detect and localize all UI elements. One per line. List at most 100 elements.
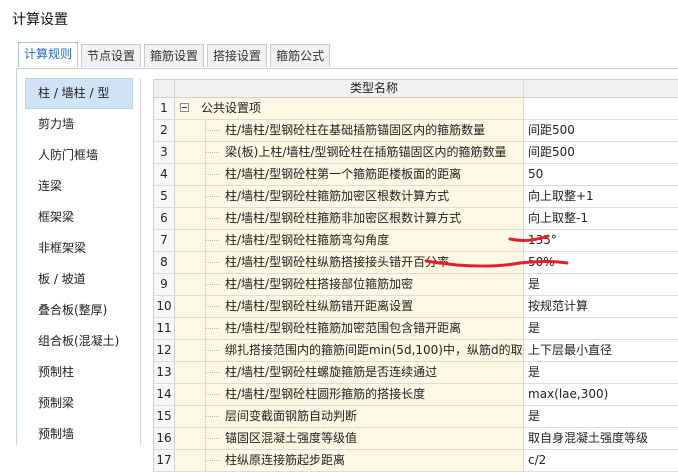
table-row[interactable]: 4 柱/墙柱/型钢砼柱第一个箍筋距楼板面的距离 50: [154, 164, 678, 186]
sidebar-item-coupling-beam[interactable]: 连梁: [25, 171, 133, 202]
tree-branch-icon: [205, 416, 219, 418]
table-row[interactable]: 8 柱/墙柱/型钢砼柱纵筋搭接接头错开百分率 50%: [154, 252, 678, 274]
row-value-cell[interactable]: 135°: [524, 230, 678, 251]
row-value-cell[interactable]: 是: [524, 362, 678, 383]
row-name-cell: 柱/墙柱/型钢砼柱箍筋加密范围包含错开距离: [175, 318, 524, 339]
tab-stirrup-formula[interactable]: 箍筋公式: [270, 44, 331, 67]
row-name-text: 柱/墙柱/型钢砼柱搭接部位箍筋加密: [225, 277, 414, 291]
tree-branch-icon: [205, 174, 219, 176]
table-group-row[interactable]: 1 公共设置项: [154, 98, 678, 120]
table-row[interactable]: 5 柱/墙柱/型钢砼柱箍筋加密区根数计算方式 向上取整+1: [154, 186, 678, 208]
sidebar-item-column[interactable]: 柱 / 墙柱 / 型: [25, 78, 133, 109]
row-value-cell[interactable]: [524, 98, 678, 119]
tree-branch-icon: [205, 130, 219, 132]
row-name-text: 梁(板)上柱/墙柱/型钢砼柱在插筋锚固区内的箍筋数量: [225, 145, 507, 159]
row-name-cell: 柱/墙柱/型钢砼柱箍筋弯勾角度: [175, 230, 524, 251]
row-name-cell: 绑扎搭接范围内的箍筋间距min(5d,100)中，纵筋d的取值: [175, 340, 524, 361]
tab-stirrup-settings[interactable]: 箍筋设置: [144, 44, 205, 67]
table-row[interactable]: 11 柱/墙柱/型钢砼柱箍筋加密范围包含错开距离 是: [154, 318, 678, 340]
row-value-cell[interactable]: 间距500: [524, 142, 678, 163]
tree-branch-icon: [205, 306, 219, 308]
row-name-text: 柱/墙柱/型钢砼柱箍筋非加密区根数计算方式: [225, 211, 462, 225]
row-value-cell[interactable]: 上下层最小直径: [524, 340, 678, 361]
tab-node-settings[interactable]: 节点设置: [81, 44, 142, 67]
row-name-cell: 柱/墙柱/型钢砼柱纵筋搭接接头错开百分率: [175, 252, 524, 273]
sidebar-item-precast-beam[interactable]: 预制梁: [25, 388, 133, 419]
row-name-text: 柱/墙柱/型钢砼柱螺旋箍筋是否连续通过: [225, 365, 438, 379]
row-number: 7: [154, 230, 175, 251]
row-name-cell: 柱/墙柱/型钢砼柱第一个箍筋距楼板面的距离: [175, 164, 524, 185]
row-number: 6: [154, 208, 175, 229]
tree-branch-icon: [205, 394, 219, 396]
table-row[interactable]: 6 柱/墙柱/型钢砼柱箍筋非加密区根数计算方式 向上取整-1: [154, 208, 678, 230]
tree-branch-icon: [205, 372, 219, 374]
row-number: 13: [154, 362, 175, 383]
collapse-toggle-icon[interactable]: [180, 103, 189, 112]
row-name-text: 柱/墙柱/型钢砼柱箍筋加密区根数计算方式: [225, 189, 450, 203]
table-row[interactable]: 13 柱/墙柱/型钢砼柱螺旋箍筋是否连续通过 是: [154, 362, 678, 384]
row-number: 16: [154, 428, 175, 449]
row-value-cell[interactable]: 向上取整+1: [524, 186, 678, 207]
tree-branch-icon: [205, 152, 219, 154]
sidebar-item-precast-column[interactable]: 预制柱: [25, 357, 133, 388]
tree-branch-icon: [205, 438, 219, 440]
row-name-cell: 柱/墙柱/型钢砼柱螺旋箍筋是否连续通过: [175, 362, 524, 383]
row-number: 2: [154, 120, 175, 141]
sidebar-item-precast-wall[interactable]: 预制墙: [25, 419, 133, 450]
sidebar-item-composite-slab-concrete[interactable]: 组合板(混凝土): [25, 326, 133, 357]
row-name-cell: 柱/墙柱/型钢砼柱箍筋加密区根数计算方式: [175, 186, 524, 207]
table-row[interactable]: 12 绑扎搭接范围内的箍筋间距min(5d,100)中，纵筋d的取值 上下层最小直径: [154, 340, 678, 362]
header-value-cell: [524, 80, 678, 97]
row-name-text: 柱纵原连接筋起步距离: [225, 453, 346, 467]
row-value-cell[interactable]: 按规范计算: [524, 296, 678, 317]
row-value-cell[interactable]: c/2: [524, 450, 678, 471]
table-row[interactable]: 14 柱/墙柱/型钢砼柱圆形箍筋的搭接长度 max(lae,300): [154, 384, 678, 406]
table-row[interactable]: 3 梁(板)上柱/墙柱/型钢砼柱在插筋锚固区内的箍筋数量 间距500: [154, 142, 678, 164]
row-name-text: 绑扎搭接范围内的箍筋间距min(5d,100)中，纵筋d的取值: [225, 343, 524, 357]
row-name-text: 锚固区混凝土强度等级值: [225, 431, 358, 445]
sidebar-item-non-frame-beam[interactable]: 非框架梁: [25, 233, 133, 264]
window-title: 计算设置: [12, 12, 68, 28]
sidebar-item-slab-ramp[interactable]: 板 / 坡道: [25, 264, 133, 295]
row-value-cell[interactable]: 是: [524, 274, 678, 295]
sidebar-divider: [140, 78, 141, 445]
row-value-cell[interactable]: 间距500: [524, 120, 678, 141]
row-name-cell: 柱/墙柱/型钢砼柱箍筋非加密区根数计算方式: [175, 208, 524, 229]
table-row[interactable]: 15 层间变截面钢筋自动判断 是: [154, 406, 678, 428]
sidebar-item-frame-beam[interactable]: 框架梁: [25, 202, 133, 233]
sidebar-item-composite-slab-full[interactable]: 叠合板(整厚): [25, 295, 133, 326]
row-name-cell: 梁(板)上柱/墙柱/型钢砼柱在插筋锚固区内的箍筋数量: [175, 142, 524, 163]
tree-branch-icon: [205, 350, 219, 352]
row-value-cell[interactable]: 向上取整-1: [524, 208, 678, 229]
tab-bar: 计算规则 节点设置 箍筋设置 搭接设置 箍筋公式: [18, 42, 333, 68]
table-row[interactable]: 7 柱/墙柱/型钢砼柱箍筋弯勾角度 135°: [154, 230, 678, 252]
row-name-text: 层间变截面钢筋自动判断: [225, 409, 358, 423]
table-row[interactable]: 2 柱/墙柱/型钢砼柱在基础插筋锚固区内的箍筋数量 间距500: [154, 120, 678, 142]
header-type-name: 类型名称: [175, 80, 524, 97]
table-header: 类型名称: [154, 80, 678, 98]
row-name-text: 柱/墙柱/型钢砼柱第一个箍筋距楼板面的距离: [225, 167, 462, 181]
row-value-cell[interactable]: 取自身混凝土强度等级: [524, 428, 678, 449]
row-name-text: 柱/墙柱/型钢砼柱圆形箍筋的搭接长度: [225, 387, 426, 401]
row-number: 1: [154, 98, 175, 119]
row-number: 14: [154, 384, 175, 405]
row-name-text: 柱/墙柱/型钢砼柱在基础插筋锚固区内的箍筋数量: [225, 123, 486, 137]
row-value-cell[interactable]: 50%: [524, 252, 678, 273]
table-row[interactable]: 16 锚固区混凝土强度等级值 取自身混凝土强度等级: [154, 428, 678, 450]
tree-branch-icon: [205, 196, 219, 198]
row-value-cell[interactable]: 50: [524, 164, 678, 185]
table-row[interactable]: 10 柱/墙柱/型钢砼柱纵筋错开距离设置 按规范计算: [154, 296, 678, 318]
table-row[interactable]: 9 柱/墙柱/型钢砼柱搭接部位箍筋加密 是: [154, 274, 678, 296]
row-value-cell[interactable]: 是: [524, 318, 678, 339]
row-name-text: 公共设置项: [201, 101, 262, 115]
tab-lap-settings[interactable]: 搭接设置: [207, 44, 268, 67]
settings-table: 类型名称 1 公共设置项 2 柱/墙柱/型钢砼柱在基础插筋锚固区内的箍筋数量 间距500…: [153, 79, 678, 472]
row-value-cell[interactable]: 是: [524, 406, 678, 427]
sidebar-item-shear-wall[interactable]: 剪力墙: [25, 109, 133, 140]
tree-branch-icon: [205, 262, 219, 264]
tab-calc-rules[interactable]: 计算规则: [18, 42, 79, 67]
row-value-cell[interactable]: max(lae,300): [524, 384, 678, 405]
sidebar-item-civil-defense-door-wall[interactable]: 人防门框墙: [25, 140, 133, 171]
row-name-cell: 公共设置项: [175, 98, 524, 119]
table-row[interactable]: 17 柱纵原连接筋起步距离 c/2: [154, 450, 678, 472]
